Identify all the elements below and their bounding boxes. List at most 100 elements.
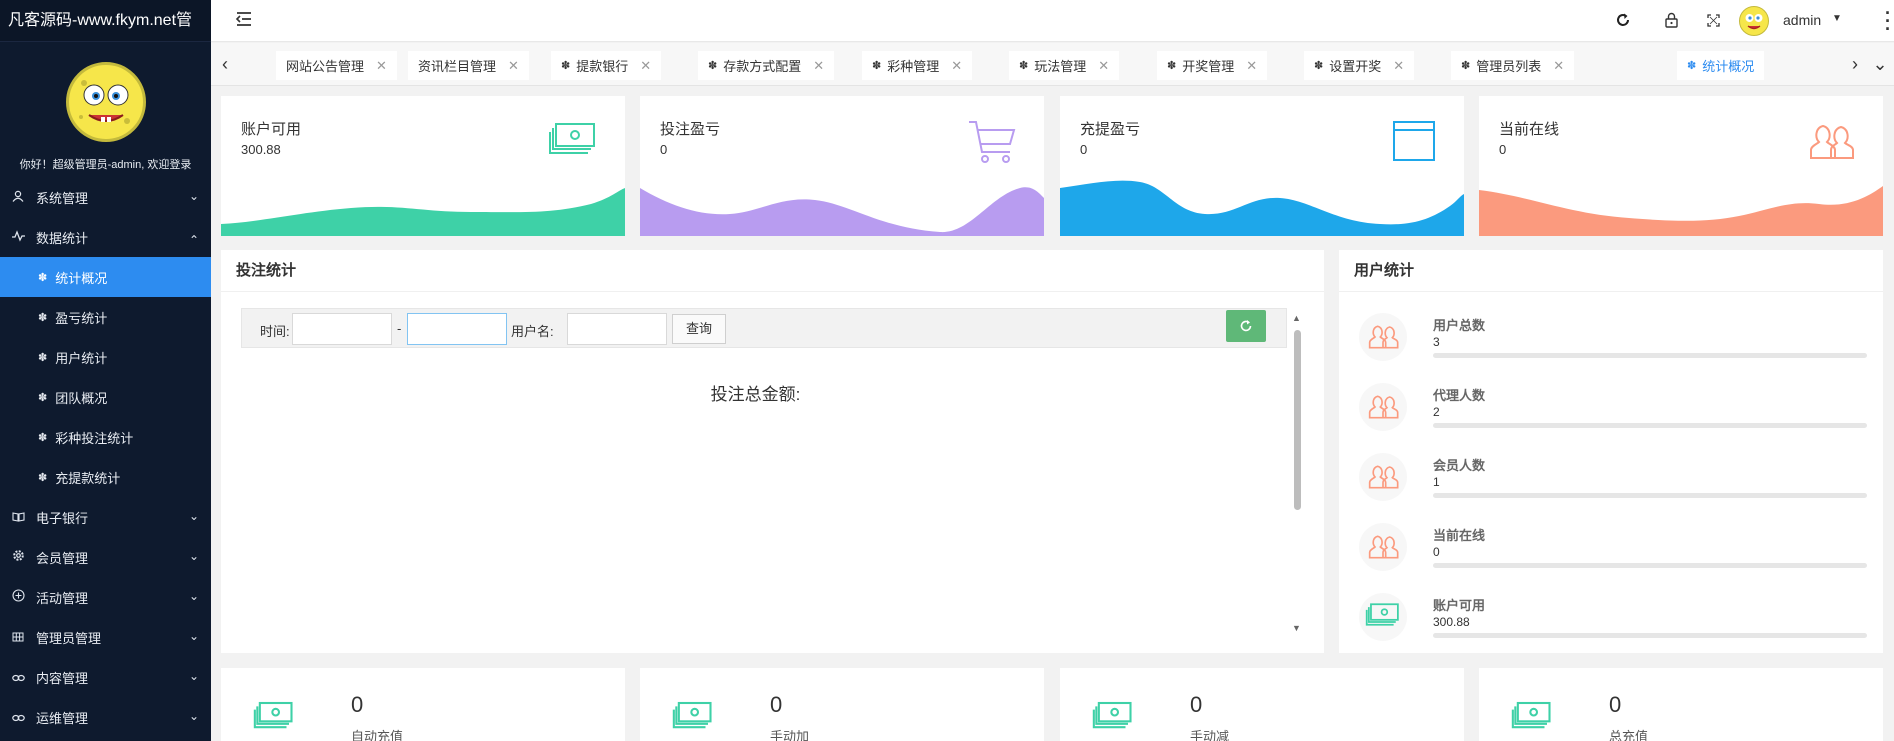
tab-play-manage[interactable]: ✽ 玩法管理 ✕	[1009, 51, 1120, 80]
palm-icon: ✽	[38, 431, 48, 444]
stat-value: 300.88	[241, 142, 281, 157]
menu-label: 数据统计	[36, 230, 89, 246]
tab-label: 设置开奖	[1329, 59, 1382, 74]
bottom-card-label: 自动充值	[351, 729, 404, 741]
submenu-users[interactable]: ✽ 用户统计	[0, 337, 211, 377]
palm-icon: ✽	[38, 351, 48, 364]
menu-label: 电子银行	[36, 510, 89, 526]
end-date-input[interactable]	[407, 313, 507, 345]
submenu-overview[interactable]: ✽ 统计概况	[0, 257, 211, 297]
avatar[interactable]	[65, 62, 146, 142]
user-stat-label: 用户总数	[1433, 318, 1486, 333]
tab-label: 提款银行	[576, 59, 629, 74]
username[interactable]: admin	[1783, 12, 1821, 28]
submenu-deposit-withdraw[interactable]: ✽ 充提款统计	[0, 457, 211, 497]
tab-admin-list[interactable]: ✽ 管理员列表 ✕	[1451, 51, 1575, 80]
palm-icon: ✽	[38, 271, 48, 284]
fullscreen-icon[interactable]	[1703, 10, 1723, 30]
user-stat-label: 代理人数	[1433, 388, 1486, 403]
menu-content[interactable]: 内容管理 ⌄	[0, 657, 211, 697]
stat-card-balance: 账户可用 300.88	[221, 96, 625, 236]
brand-title: 凡客源码-www.fkym.net管	[0, 0, 211, 42]
menu-ops[interactable]: 运维管理 ⌄	[0, 697, 211, 737]
chevron-down-icon[interactable]: ⌄	[1866, 43, 1894, 86]
chevron-down-icon: ⌄	[188, 669, 199, 683]
tab-news-column[interactable]: 资讯栏目管理 ✕	[408, 51, 529, 80]
panel-title: 投注统计	[221, 250, 1324, 292]
money-icon	[1507, 698, 1557, 738]
more-icon[interactable]: · · ·	[1885, 4, 1891, 38]
menu-label: 系统管理	[36, 190, 89, 206]
close-icon[interactable]: ✕	[951, 58, 962, 74]
submenu-label: 用户统计	[55, 350, 108, 366]
close-icon[interactable]: ✕	[1098, 58, 1109, 74]
refresh-icon[interactable]	[1613, 10, 1633, 30]
close-icon[interactable]: ✕	[813, 58, 824, 74]
stat-card-deposit-withdraw: 充提盈亏 0	[1060, 96, 1464, 236]
user-avatar[interactable]	[1739, 6, 1769, 36]
menu-activities[interactable]: 活动管理 ⌄	[0, 577, 211, 617]
user-stat-row: 代理人数 2	[1359, 383, 1867, 441]
submenu-label: 充提款统计	[55, 470, 121, 486]
user-stat-value: 2	[1433, 405, 1440, 419]
tab-set-draw[interactable]: ✽ 设置开奖 ✕	[1304, 51, 1415, 80]
stat-title: 投注盈亏	[660, 121, 721, 138]
stat-card-bet-profit: 投注盈亏 0	[640, 96, 1044, 236]
close-icon[interactable]: ✕	[376, 58, 387, 74]
profile: 你好！超级管理员-admin, 欢迎登录	[0, 42, 211, 177]
submenu-profit[interactable]: ✽ 盈亏统计	[0, 297, 211, 337]
menu-label: 活动管理	[36, 590, 89, 606]
tab-deposit-config[interactable]: ✽ 存款方式配置 ✕	[698, 51, 835, 80]
money-icon	[249, 698, 299, 738]
close-icon[interactable]: ✕	[640, 58, 651, 74]
money-icon	[1359, 593, 1407, 641]
caret-down-icon[interactable]: ▼	[1832, 13, 1842, 24]
gear-icon	[10, 549, 26, 565]
scroll-down-icon[interactable]: ▼	[1292, 623, 1301, 633]
bottom-card-value: 0	[1609, 692, 1622, 717]
close-icon[interactable]: ✕	[1393, 58, 1404, 74]
refresh-icon	[1240, 320, 1252, 332]
submenu-lottery-bets[interactable]: ✽ 彩种投注统计	[0, 417, 211, 457]
menu-system[interactable]: 系统管理 ⌄	[0, 177, 211, 217]
submenu-team[interactable]: ✽ 团队概况	[0, 377, 211, 417]
palm-icon: ✽	[872, 60, 882, 72]
book-icon	[10, 510, 26, 525]
scroll-up-icon[interactable]: ▲	[1292, 313, 1301, 323]
lock-icon[interactable]	[1661, 10, 1681, 30]
scroll-thumb[interactable]	[1294, 330, 1301, 510]
tab-withdraw-bank[interactable]: ✽ 提款银行 ✕	[551, 51, 662, 80]
menu-admins[interactable]: 管理员管理 ⌄	[0, 617, 211, 657]
menu-ebank[interactable]: 电子银行 ⌄	[0, 497, 211, 537]
cart-icon	[966, 118, 1018, 166]
menu-fold-icon[interactable]	[235, 10, 253, 28]
submenu-label: 彩种投注统计	[55, 430, 134, 446]
menu-statistics[interactable]: 数据统计 ⌃	[0, 217, 211, 257]
bet-profit-wave-chart	[640, 187, 1044, 236]
stat-value: 0	[1499, 142, 1507, 157]
query-button[interactable]: 查询	[672, 314, 726, 344]
tab-label: 彩种管理	[887, 59, 940, 74]
chevron-right-icon[interactable]: ›	[1841, 43, 1869, 86]
user-stat-row: 账户可用 300.88	[1359, 593, 1867, 651]
close-icon[interactable]: ✕	[1246, 58, 1257, 74]
username-input[interactable]	[567, 313, 667, 345]
palm-icon: ✽	[561, 60, 571, 72]
menu-label: 管理员管理	[36, 630, 102, 646]
scrollbar[interactable]: ▲ ▼	[1290, 308, 1304, 640]
bottom-card-manual-add: 0 手动加	[640, 668, 1044, 741]
palm-icon: ✽	[38, 311, 48, 324]
stat-value: 0	[660, 142, 668, 157]
tab-draw-manage[interactable]: ✽ 开奖管理 ✕	[1157, 51, 1268, 80]
tab-stats-overview[interactable]: ✽ 统计概况	[1677, 51, 1765, 80]
tab-site-notice[interactable]: 网站公告管理 ✕	[276, 51, 397, 80]
chevron-left-icon[interactable]: ‹	[211, 43, 239, 86]
start-date-input[interactable]	[292, 313, 392, 345]
menu-members[interactable]: 会员管理 ⌄	[0, 537, 211, 577]
tab-label: 统计概况	[1702, 59, 1755, 74]
refresh-button[interactable]	[1226, 310, 1266, 342]
close-icon[interactable]: ✕	[508, 58, 519, 74]
tab-lottery-manage[interactable]: ✽ 彩种管理 ✕	[862, 51, 973, 80]
deposit-wave-chart	[1060, 180, 1464, 236]
close-icon[interactable]: ✕	[1553, 58, 1564, 74]
